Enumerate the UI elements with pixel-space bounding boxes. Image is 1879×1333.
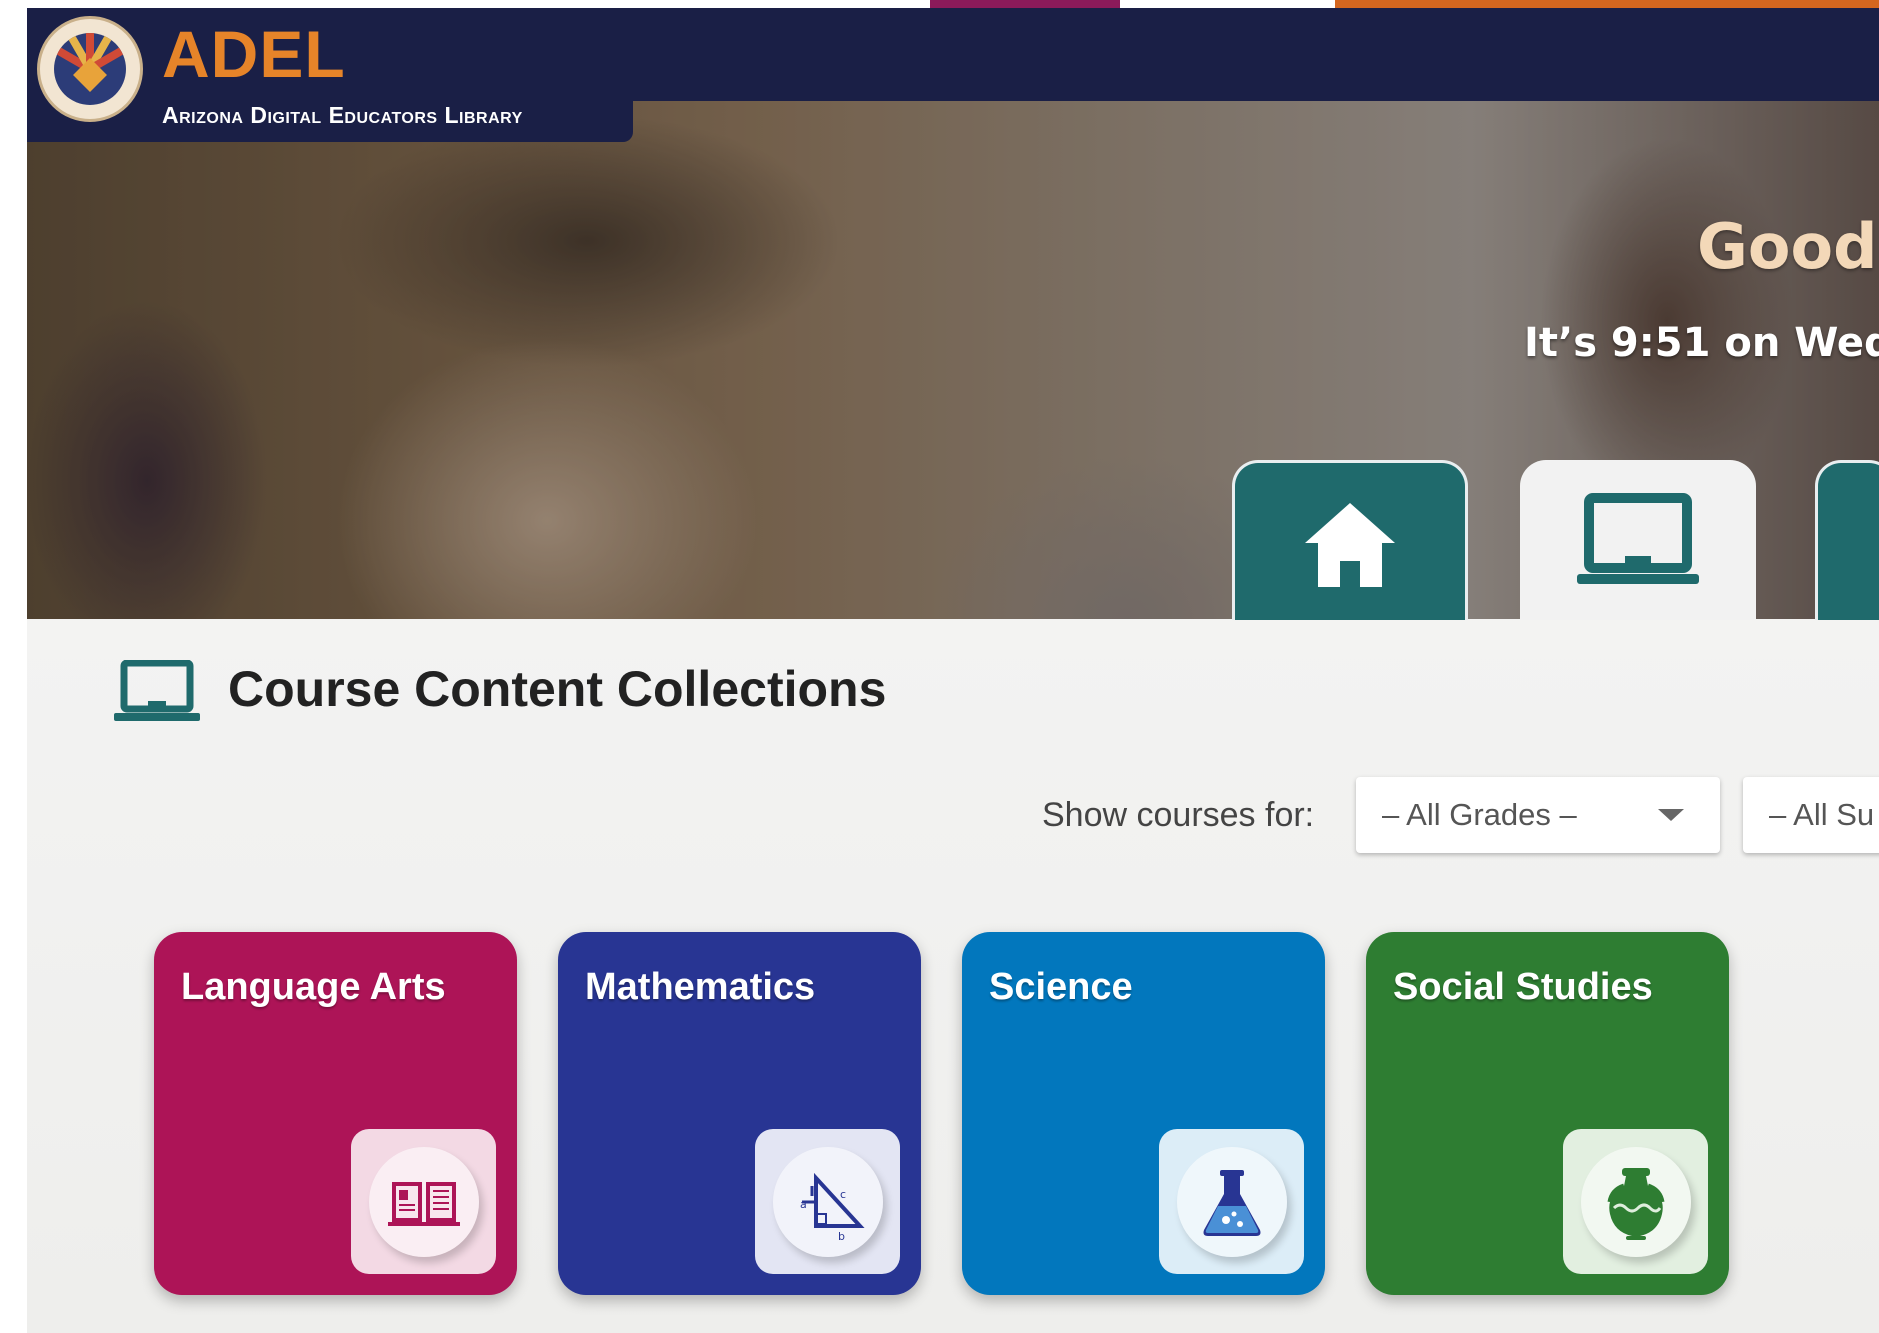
current-time-text: It’s 9:51 on Wedr: [1524, 320, 1879, 366]
arizona-seal-icon: [37, 16, 143, 122]
svg-text:c: c: [840, 1188, 846, 1201]
nav-tile-courses[interactable]: [1520, 460, 1756, 620]
svg-text:a: a: [800, 1198, 807, 1211]
subject-icon-box: a c b: [755, 1129, 900, 1274]
nav-tile-home[interactable]: [1232, 460, 1468, 620]
grades-select-value: – All Grades –: [1382, 797, 1577, 832]
subject-icon-box: [351, 1129, 496, 1274]
subject-card-title: Mathematics: [585, 966, 816, 1008]
vase-icon: [1607, 1168, 1665, 1240]
laptop-icon: [114, 660, 200, 721]
subject-card-social-studies[interactable]: Social Studies: [1366, 932, 1729, 1295]
accent-segment-magenta: [930, 0, 1120, 8]
chevron-down-icon: [1658, 809, 1684, 821]
accent-segment-orange: [1335, 0, 1879, 8]
subject-card-language-arts[interactable]: Language Arts: [154, 932, 517, 1295]
grades-select[interactable]: – All Grades –: [1356, 777, 1720, 853]
brand-name: ADEL: [162, 17, 346, 91]
page: Good It’s 9:51 on Wedr ADEL Arizona Digi…: [0, 0, 1879, 1333]
subject-icon-box: [1563, 1129, 1708, 1274]
subject-card-mathematics[interactable]: Mathematics a c b: [558, 932, 921, 1295]
subject-card-science[interactable]: Science: [962, 932, 1325, 1295]
subject-icon-box: [1159, 1129, 1304, 1274]
triangle-ruler-icon: a c b: [800, 1172, 865, 1243]
book-icon: [388, 1182, 460, 1226]
laptop-icon: [1577, 493, 1699, 584]
filter-label: Show courses for:: [1042, 796, 1315, 834]
section-title: Course Content Collections: [228, 661, 887, 717]
subject-card-title: Social Studies: [1393, 966, 1653, 1008]
subject-card-title: Science: [989, 966, 1133, 1008]
site-logo[interactable]: ADEL Arizona Digital Educators Library: [27, 8, 633, 142]
flask-icon: [1203, 1170, 1261, 1236]
subjects-select[interactable]: – All Su: [1743, 777, 1879, 853]
nav-tile-partial[interactable]: [1815, 460, 1879, 620]
brand-subtitle: Arizona Digital Educators Library: [162, 102, 523, 128]
svg-text:b: b: [838, 1230, 845, 1243]
greeting-heading: Good: [1697, 210, 1878, 283]
top-accent-bar: [0, 0, 1879, 8]
subject-card-title: Language Arts: [181, 966, 446, 1008]
subjects-select-value: – All Su: [1769, 797, 1875, 832]
home-icon: [1305, 503, 1395, 587]
